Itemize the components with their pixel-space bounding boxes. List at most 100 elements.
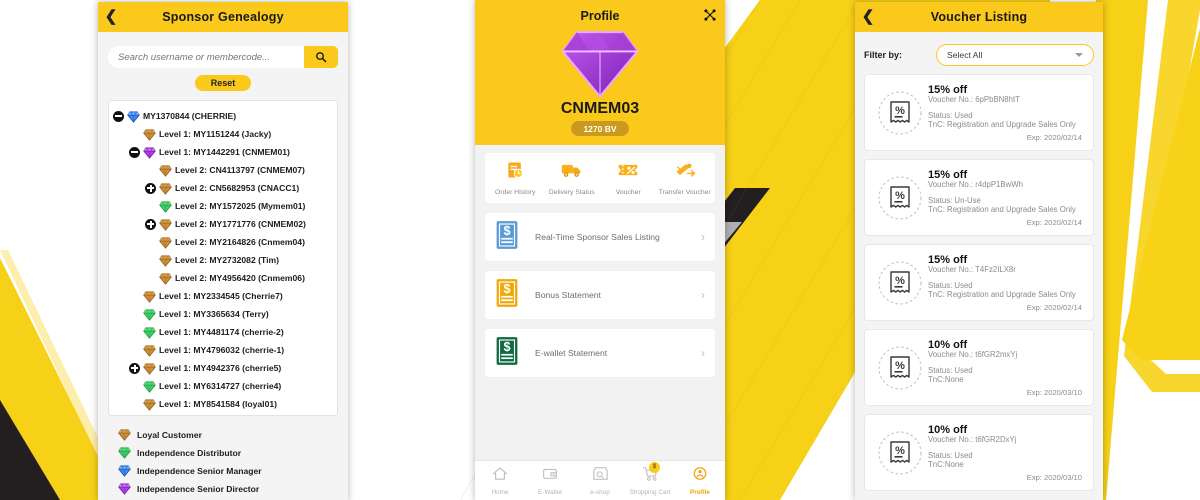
chevron-right-icon: › (701, 230, 705, 245)
menu-item[interactable]: $ E-wallet Statement › (485, 329, 715, 378)
filter-row: Filter by: Select All (864, 32, 1094, 66)
genealogy-tree[interactable]: MY1370844 (CHERRIE) Level 1: MY1151244 (J… (108, 100, 338, 416)
tree-node[interactable]: Level 1: MY4481174 (cherrie-2) (113, 323, 333, 341)
percent-voucher-icon: % (878, 91, 922, 134)
percent-voucher-icon: % (878, 346, 922, 389)
tree-node-label: Level 1: MY1442291 (CNMEM01) (159, 147, 290, 157)
voucher-number: Voucher No.: r4dpP1BwWh (928, 180, 1023, 189)
tree-node[interactable]: Level 2: MY2732082 (Tim) (113, 251, 333, 269)
tree-node[interactable]: Level 1: MY8541584 (loyal01) (113, 395, 333, 413)
tree-node-label: MY1370844 (CHERRIE) (143, 111, 237, 121)
voucher-card[interactable]: % 10% off Voucher No.: t6fGR2DxYj Status: U… (864, 414, 1094, 491)
menu-item-label: E-wallet Statement (535, 348, 608, 359)
tree-node[interactable]: Level 1: MY2334545 (Cherrie7) (113, 287, 333, 305)
tree-node[interactable]: Level 1: MY1151244 (Jacky) (113, 125, 333, 143)
rank-gem (143, 362, 156, 375)
tree-node-label: Level 1: MY8541584 (loyal01) (159, 399, 277, 409)
tab-home[interactable]: Home (475, 466, 525, 496)
gem-bronze-icon (159, 219, 172, 231)
voucher-tnc: TnC: Registration and Upgrade Sales Only (928, 120, 1076, 129)
wallet-icon (542, 466, 558, 486)
voucher-tnc: TnC:None (928, 460, 964, 469)
svg-text:$: $ (503, 340, 510, 354)
rank-gem (143, 146, 156, 159)
tree-node[interactable]: Level 1: MY1442291 (CNMEM01) (113, 143, 333, 161)
legend-label: Independence Senior Director (137, 484, 260, 494)
gem-bronze-icon (159, 183, 172, 195)
tab-label: E-Wallet (538, 488, 562, 496)
share-nodes-icon[interactable] (703, 8, 717, 27)
delivery-truck-icon (561, 160, 583, 185)
voucher-card[interactable]: % 15% off Voucher No.: r4dpP1BwWh Status: U… (864, 159, 1094, 236)
tree-node-label: Level 2: CN4113797 (CNMEM07) (175, 165, 305, 175)
voucher-card[interactable]: % 15% off Voucher No.: T4Fz2ILX8r Status: U… (864, 244, 1094, 321)
gem-bronze-icon (143, 291, 156, 303)
tab-profile[interactable]: Profile (675, 466, 725, 496)
gem-bronze-icon (143, 399, 156, 411)
tree-node-label: Level 2: CN5682953 (CNACC1) (175, 183, 300, 193)
tab-e-wallet[interactable]: E-Wallet (525, 466, 575, 496)
search-icon (316, 52, 327, 63)
quick-action-transfer-voucher[interactable]: Transfer Voucher (657, 160, 714, 197)
voucher-icon-wrap: % (874, 90, 926, 136)
tree-node[interactable]: Level 2: MY1771776 (CNMEM02) (113, 215, 333, 233)
voucher-card[interactable]: % 15% off Voucher No.: 6pPbBN8htT Status: U… (864, 74, 1094, 151)
voucher-status: Status: Un-Use (928, 196, 981, 205)
expand-toggle[interactable] (145, 182, 156, 194)
tab-shopping-cart[interactable]: $ Shopping Cart (625, 461, 675, 496)
menu-item[interactable]: $ Bonus Statement › (485, 271, 715, 320)
gem-green-icon (143, 327, 156, 339)
search-button[interactable] (304, 46, 338, 68)
cart-badge: $ (649, 461, 660, 473)
search-input[interactable] (118, 51, 304, 63)
gem-bronze-icon (143, 129, 156, 141)
appbar-genealogy: ❮ Sponsor Genealogy (98, 2, 348, 32)
expand-toggle[interactable] (145, 218, 156, 230)
reset-button[interactable]: Reset (194, 75, 252, 91)
chevron-right-icon: › (701, 288, 705, 303)
tab-label: e-shop (590, 488, 610, 496)
quick-actions: Order History Delivery Status Voucher Trans… (485, 153, 715, 204)
collapse-toggle[interactable] (129, 146, 140, 158)
rank-gem (118, 429, 131, 441)
rank-gem (143, 128, 156, 141)
voucher-expiry: Exp: 2020/02/14 (1026, 303, 1082, 312)
tab-e-shop[interactable]: e-shop (575, 466, 625, 496)
transfer-voucher-icon (674, 160, 696, 185)
tree-node[interactable]: Level 2: CN5682953 (CNACC1) (113, 179, 333, 197)
tree-node[interactable]: Level 2: MY2164826 (Cnmem04) (113, 233, 333, 251)
tree-node[interactable]: Level 2: CN4113797 (CNMEM07) (113, 161, 333, 179)
tree-node[interactable]: Level 2: MY1572025 (Mymem01) (113, 197, 333, 215)
quick-action-voucher[interactable]: Voucher (600, 160, 657, 197)
tree-node-label: Level 2: MY2164826 (Cnmem04) (175, 237, 305, 247)
svg-text:%: % (895, 190, 905, 202)
filter-select-value: Select All (947, 50, 983, 60)
voucher-card[interactable]: % 10% off Voucher No.: t6fGR2mxYj Status: U… (864, 329, 1094, 406)
expand-toggle[interactable] (129, 362, 140, 374)
rank-gem (159, 164, 172, 177)
tree-node[interactable]: Level 1: MY4796032 (cherrie-1) (113, 341, 333, 359)
quick-action-order-history[interactable]: Order History (487, 160, 544, 197)
tree-node[interactable]: Level 1: MY6314727 (cherrie4) (113, 377, 333, 395)
rank-gem (143, 398, 156, 411)
percent-voucher-icon: % (878, 431, 922, 474)
phone-screen-profile: Profile CNMEM03 1270 BV Order History De… (475, 0, 725, 500)
gem-purple-icon (118, 483, 131, 495)
filter-select[interactable]: Select All (936, 44, 1094, 66)
voucher-status: Status: Used (928, 366, 973, 375)
tree-node[interactable]: Level 1: MY4942376 (cherrie5) (113, 359, 333, 377)
tree-node[interactable]: MY1370844 (CHERRIE) (113, 107, 333, 125)
rank-gem (127, 110, 140, 123)
menu-item[interactable]: $ Real-Time Sponsor Sales Listing › (485, 213, 715, 262)
quick-action-delivery-status[interactable]: Delivery Status (544, 160, 601, 197)
rank-gem (143, 290, 156, 303)
tree-node[interactable]: Level 1: MY3365634 (Terry) (113, 305, 333, 323)
collapse-toggle[interactable] (113, 110, 124, 122)
tree-node[interactable]: Level 2: MY4956420 (Cnmem06) (113, 269, 333, 287)
rank-gem (159, 272, 172, 285)
gem-blue-icon (127, 111, 140, 123)
gem-green-icon (143, 381, 156, 393)
